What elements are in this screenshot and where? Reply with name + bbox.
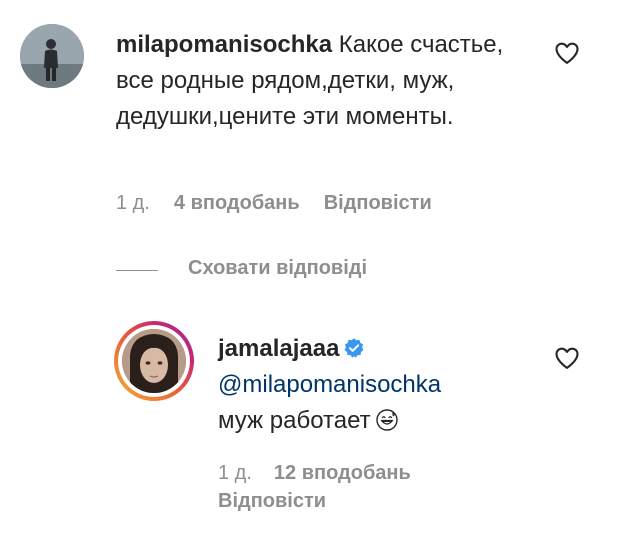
grinning-sweat-emoji-icon — [375, 408, 398, 431]
heart-outline-icon — [555, 42, 579, 64]
comment-username[interactable]: milapomanisochka — [116, 31, 332, 58]
reply-username[interactable]: jamalajaaa — [218, 335, 339, 362]
reply-likes[interactable]: 12 вподобань — [274, 462, 411, 484]
reply-header: jamalajaaa — [218, 331, 548, 367]
heart-outline-icon — [555, 347, 579, 369]
like-button[interactable] — [553, 39, 581, 67]
reply-like-button[interactable] — [553, 344, 581, 372]
reply-text: муж работает — [218, 407, 371, 434]
verified-badge-icon — [344, 338, 364, 358]
reply-message-line: муж работает — [218, 403, 548, 439]
comment-body: milapomanisochka Какое счастье, все родн… — [116, 27, 536, 135]
reply-time[interactable]: 1 д. — [218, 462, 252, 484]
comment-meta: 1 д. 4 вподобань Відповісти — [116, 192, 456, 215]
reply-meta: 1 д. 12 вподобань — [218, 462, 433, 485]
reply-reply-button[interactable]: Відповісти — [218, 490, 326, 513]
hide-replies-button[interactable]: Сховати відповіді — [188, 257, 367, 280]
reply-avatar[interactable] — [122, 329, 186, 393]
avatar[interactable] — [20, 24, 84, 88]
profile-photo — [20, 24, 84, 88]
comment-likes[interactable]: 4 вподобань — [174, 192, 300, 214]
reply-button[interactable]: Відповісти — [324, 192, 432, 214]
reply-body: jamalajaaa @milapomanisochka муж работае… — [218, 331, 548, 439]
reply-message: @milapomanisochka — [218, 367, 548, 403]
thread-divider — [116, 270, 158, 271]
comment-time[interactable]: 1 д. — [116, 192, 150, 214]
mention-link[interactable]: @milapomanisochka — [218, 371, 441, 398]
profile-photo — [122, 329, 186, 393]
